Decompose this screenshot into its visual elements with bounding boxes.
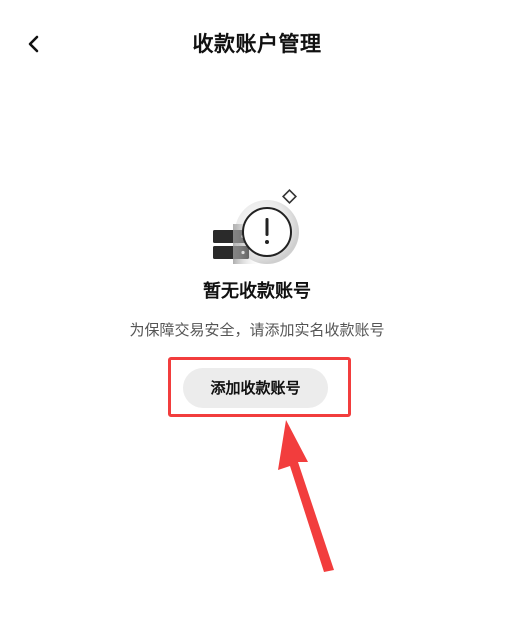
empty-state-title: 暂无收款账号: [203, 281, 311, 302]
empty-state-hint: 为保障交易安全，请添加实名收款账号: [129, 321, 385, 339]
page-title: 收款账户管理: [192, 32, 322, 56]
annotation-arrow-icon: [278, 420, 334, 572]
top-nav-bar: 收款账户管理: [0, 0, 514, 88]
add-account-button[interactable]: 添加收款账号: [183, 368, 328, 408]
empty-account-warning-icon: [213, 189, 299, 264]
